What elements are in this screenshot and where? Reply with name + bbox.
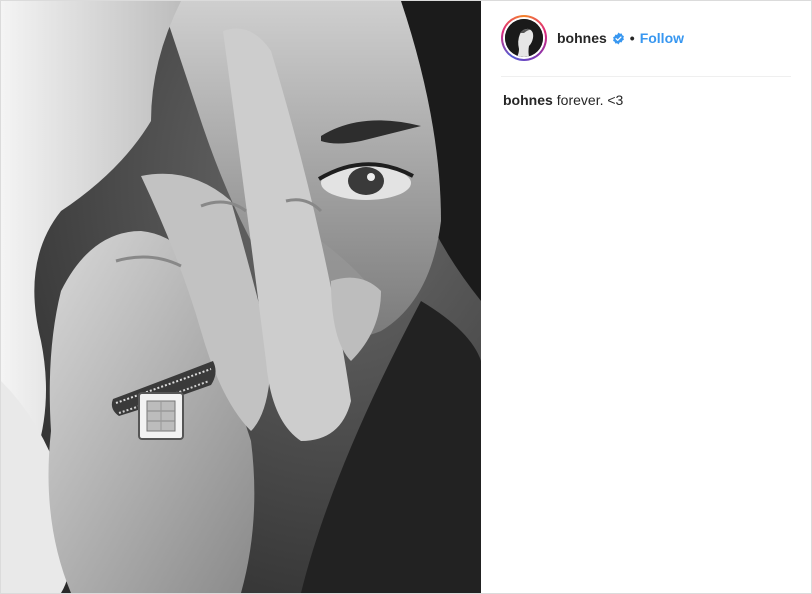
post-header: bohnes • Follow [501,15,791,61]
profile-avatar-icon [505,19,543,57]
avatar[interactable] [505,19,543,57]
follow-button[interactable]: Follow [640,30,684,46]
post-photo[interactable] [1,1,481,593]
instagram-post: bohnes • Follow bohnes forever. <3 [0,0,812,594]
caption-text: forever. <3 [556,92,624,108]
verified-badge-icon [612,32,625,45]
separator-dot: • [629,30,635,46]
header-divider [501,76,791,77]
post-side-panel: bohnes • Follow bohnes forever. <3 [481,1,811,593]
username[interactable]: bohnes [557,30,607,46]
engagement-ring-photo [1,1,481,593]
avatar-story-ring[interactable] [501,15,547,61]
post-caption: bohnes forever. <3 [503,91,623,109]
caption-username[interactable]: bohnes [503,92,553,108]
